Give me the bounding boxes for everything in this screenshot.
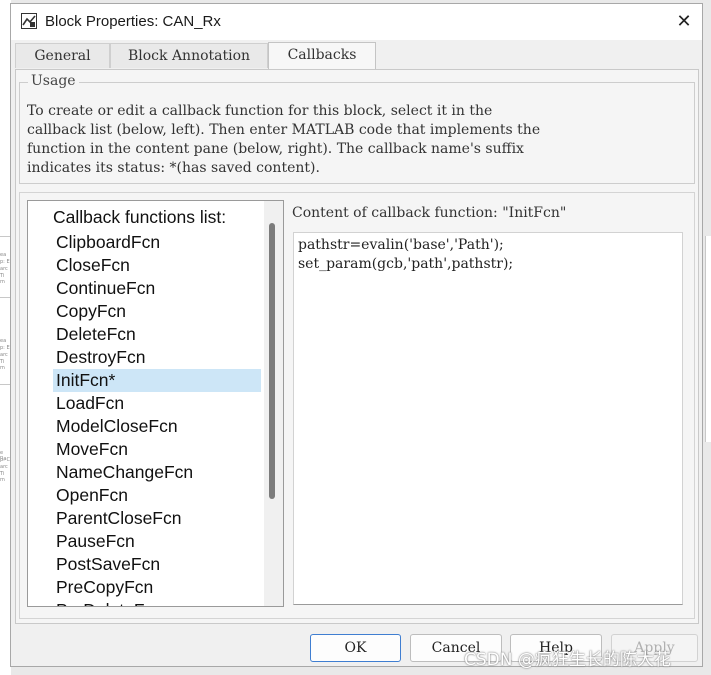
list-item-parentclosefcn[interactable]: ParentCloseFcn — [53, 507, 261, 530]
usage-text: To create or edit a callback function fo… — [27, 102, 691, 178]
usage-line: indicates its status: *(has saved conten… — [27, 160, 320, 176]
bg-text-fragment: Ti m — [0, 471, 5, 483]
bg-text-fragment: arc — [0, 266, 8, 272]
title-bar[interactable]: Block Properties: CAN_Rx ✕ — [11, 4, 702, 40]
bg-divider — [0, 297, 10, 298]
scrollbar-thumb[interactable] — [269, 223, 275, 499]
list-item-postsavefcn[interactable]: PostSaveFcn — [53, 553, 261, 576]
window-title: Block Properties: CAN_Rx — [45, 13, 221, 30]
content-label: Content of callback function: "InitFcn" — [292, 205, 567, 221]
bg-text-fragment: ea — [0, 338, 7, 344]
usage-legend: Usage — [28, 73, 79, 89]
simulink-app-icon — [21, 13, 37, 29]
list-item-pausefcn[interactable]: PauseFcn — [53, 530, 261, 553]
list-item-destroyfcn[interactable]: DestroyFcn — [53, 346, 261, 369]
usage-line: function in the content pane (below, rig… — [27, 141, 524, 157]
background-window-edge-right — [705, 236, 711, 442]
bg-text-fragment: p: C — [0, 457, 10, 463]
list-item-initfcn-selected[interactable]: InitFcn* — [53, 369, 261, 392]
bg-divider — [0, 236, 10, 237]
list-item-clipboardfcn[interactable]: ClipboardFcn — [53, 231, 261, 254]
tab-bar: General Block Annotation Callbacks — [15, 42, 699, 69]
block-properties-dialog: Block Properties: CAN_Rx ✕ General Block… — [10, 3, 703, 667]
tab-callbacks[interactable]: Callbacks — [268, 42, 376, 69]
bg-text-fragment: p: E — [0, 345, 10, 351]
list-item-predeletefcn[interactable]: PreDeleteFcn — [53, 599, 261, 606]
callbacks-panel: Usage To create or edit a callback funct… — [15, 69, 699, 624]
code-line: set_param(gcb,'path',pathstr); — [298, 256, 514, 272]
list-item-copyfcn[interactable]: CopyFcn — [53, 300, 261, 323]
usage-line: To create or edit a callback function fo… — [27, 103, 493, 119]
callback-code-editor[interactable]: pathstr=evalin('base','Path'); set_param… — [293, 232, 683, 605]
list-item-modelclosefcn[interactable]: ModelCloseFcn — [53, 415, 261, 438]
list-item-openfcn[interactable]: OpenFcn — [53, 484, 261, 507]
bg-text-fragment: p: E — [0, 259, 10, 265]
list-item-namechangefcn[interactable]: NameChangeFcn — [53, 461, 261, 484]
list-item-deletefcn[interactable]: DeleteFcn — [53, 323, 261, 346]
tab-general[interactable]: General — [15, 43, 110, 68]
close-button[interactable]: ✕ — [667, 6, 701, 38]
code-line: pathstr=evalin('base','Path'); — [298, 237, 504, 253]
bg-text-fragment: arc — [0, 464, 8, 470]
bg-text-fragment: ea — [0, 252, 7, 258]
bg-text-fragment: arc — [0, 352, 8, 358]
callback-functions-list[interactable]: Callback functions list: ClipboardFcn Cl… — [27, 200, 284, 607]
callback-editor-area: Callback functions list: ClipboardFcn Cl… — [19, 192, 695, 619]
list-scrollbar[interactable] — [264, 201, 283, 606]
list-item-closefcn[interactable]: CloseFcn — [53, 254, 261, 277]
bg-text-fragment: Ti m — [0, 359, 5, 371]
usage-group: Usage To create or edit a callback funct… — [19, 73, 695, 184]
list-item-continuefcn[interactable]: ContinueFcn — [53, 277, 261, 300]
list-item-loadfcn[interactable]: LoadFcn — [53, 392, 261, 415]
list-title: Callback functions list: — [53, 207, 227, 227]
list-item-precopyfcn[interactable]: PreCopyFcn — [53, 576, 261, 599]
bg-text-fragment: Ti m — [0, 273, 5, 285]
csdn-watermark: CSDN @疯狂生长的陈大花 — [464, 650, 671, 670]
close-icon: ✕ — [676, 11, 692, 32]
tab-block-annotation[interactable]: Block Annotation — [110, 43, 268, 68]
list-item-movefcn[interactable]: MoveFcn — [53, 438, 261, 461]
bg-divider — [0, 384, 10, 385]
usage-line: callback list (below, left). Then enter … — [27, 122, 541, 138]
ok-button[interactable]: OK — [310, 634, 401, 662]
